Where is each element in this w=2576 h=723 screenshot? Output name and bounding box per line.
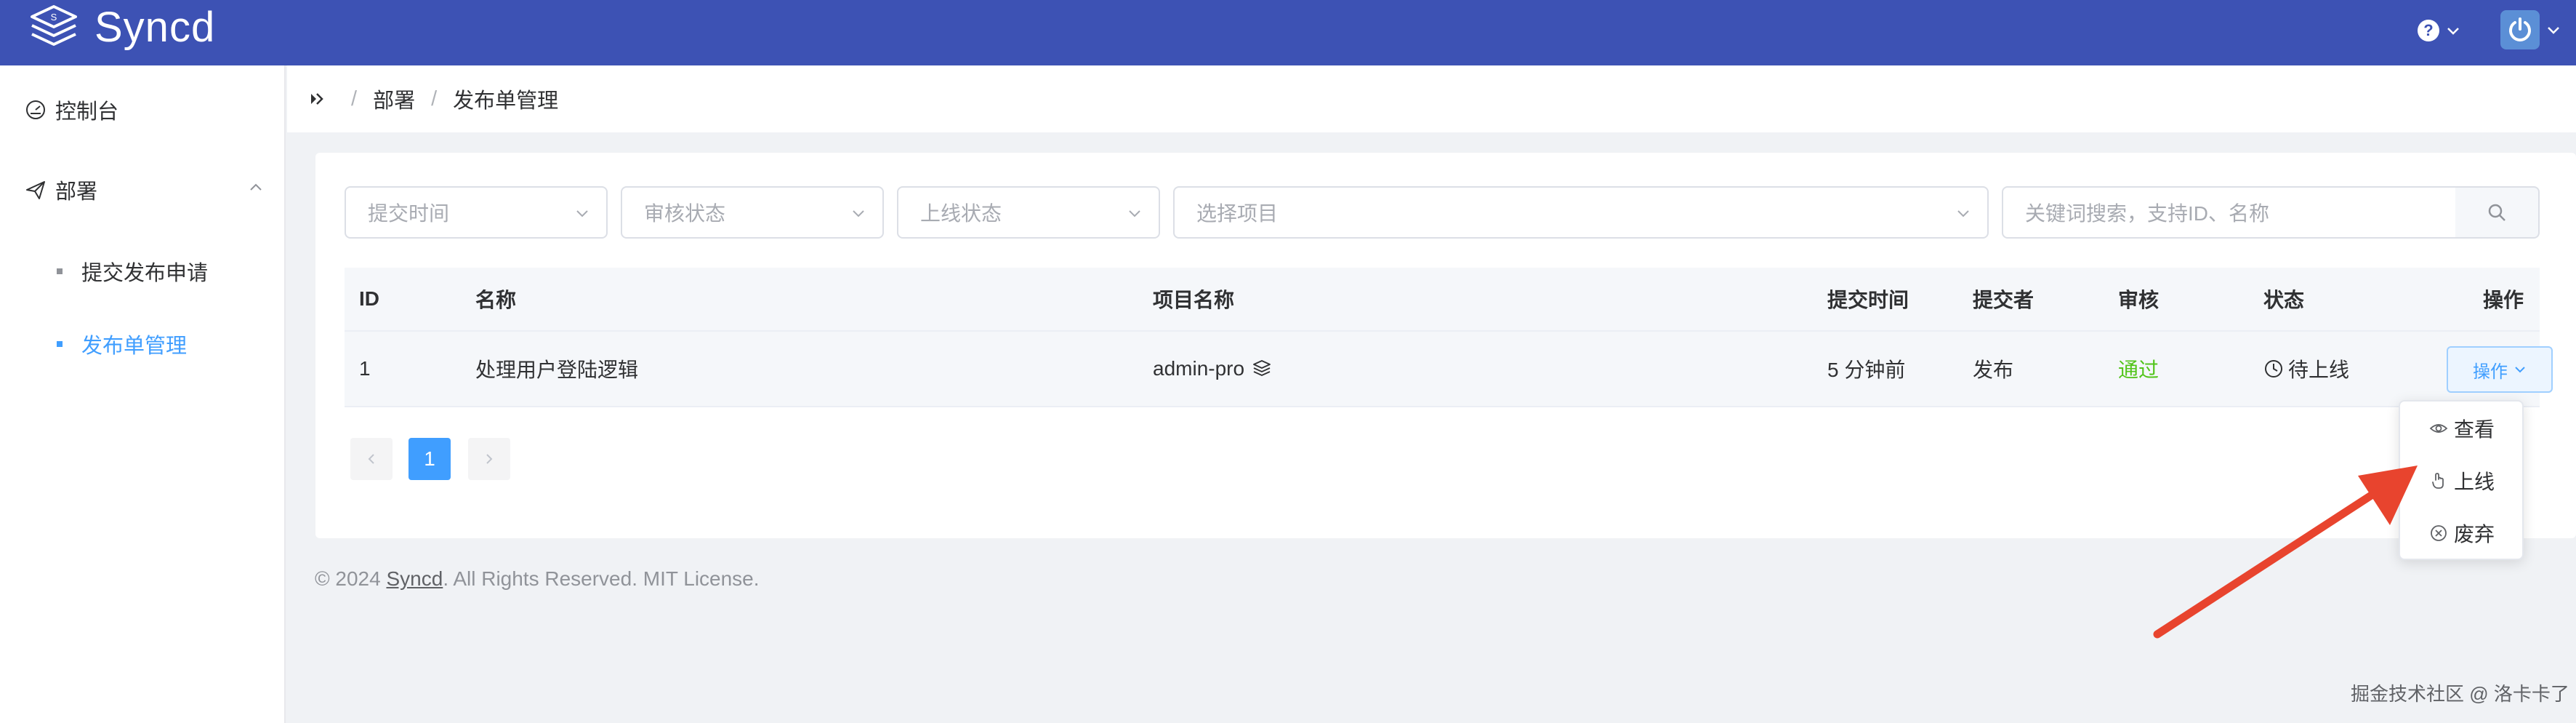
page-number-button[interactable]: 1 [408, 438, 451, 480]
project-select[interactable]: 选择项目 [1173, 186, 1989, 239]
column-header-id: ID [359, 287, 379, 310]
hand-pointer-icon [2432, 473, 2444, 489]
breadcrumb-separator: / [431, 87, 438, 111]
bullet-icon [57, 268, 63, 274]
watermark: 掘金技术社区 @ 洛卡卡了 [2351, 683, 2569, 705]
chevron-down-icon [1129, 210, 1140, 217]
menu-item-label: 废弃 [2454, 523, 2495, 546]
question-circle-icon: ? [2418, 20, 2439, 41]
dashboard-gauge-icon [26, 100, 45, 119]
chevron-right-icon [486, 454, 493, 464]
eye-icon [2429, 424, 2448, 433]
chevron-down-icon [2515, 367, 2525, 373]
syncd-link[interactable]: Syncd [386, 567, 443, 590]
project-name: admin-pro [1153, 357, 1245, 380]
footer-suffix: . All Rights Reserved. MIT License. [443, 567, 760, 590]
chevron-down-icon [2548, 27, 2559, 34]
actions-dropdown-button[interactable]: 操作 [2447, 346, 2553, 393]
chevron-left-icon [368, 454, 374, 464]
next-page-button[interactable] [468, 438, 510, 480]
column-header-review: 审核 [2118, 289, 2160, 311]
svg-text:S: S [51, 12, 57, 23]
cell-name: 处理用户登陆逻辑 [475, 359, 639, 381]
menu-item-discard[interactable]: 废弃 [2429, 516, 2495, 550]
search-placeholder: 关键词搜索，支持ID、名称 [2025, 202, 2270, 225]
footer-copyright: © 2024 Syncd. All Rights Reserved. MIT L… [315, 567, 760, 591]
brand-name: Syncd [94, 4, 216, 51]
cell-status: 待上线 [2263, 332, 2349, 406]
table-row[interactable]: 1 处理用户登陆逻辑 admin-pro 5 分钟前 发布 通过 待上线 操作 [345, 332, 2553, 407]
select-placeholder: 上线状态 [920, 202, 1002, 225]
column-header-project: 项目名称 [1153, 289, 1235, 311]
keyword-search-input[interactable]: 关键词搜索，支持ID、名称 [2002, 186, 2457, 239]
status-text: 待上线 [2288, 359, 2350, 381]
sidebar-item-dashboard[interactable]: 控制台 [25, 95, 118, 125]
power-icon [2509, 17, 2531, 41]
sidebar-item-deploy[interactable]: 部署 [25, 175, 265, 205]
cell-review-status: 通过 [2118, 359, 2160, 381]
close-circle-icon [2431, 525, 2447, 541]
search-icon [2488, 204, 2505, 221]
menu-item-label: 上线 [2454, 471, 2495, 493]
breadcrumb-item-current: 发布单管理 [453, 89, 559, 113]
menu-item-go-online[interactable]: 上线 [2429, 464, 2495, 498]
column-header-status: 状态 [2263, 289, 2305, 311]
sidebar-subitem-label: 提交发布申请 [81, 262, 209, 285]
sidebar-item-label: 部署 [55, 180, 98, 204]
sidebar-item-label: 控制台 [55, 100, 119, 124]
prev-page-button[interactable] [350, 438, 393, 480]
select-placeholder: 审核状态 [644, 202, 726, 225]
column-header-submitter: 提交者 [1973, 289, 2034, 311]
select-placeholder: 选择项目 [1196, 202, 1279, 225]
chevron-up-icon [250, 183, 262, 191]
chevron-down-icon [2447, 28, 2459, 35]
menu-item-label: 查看 [2454, 418, 2495, 441]
top-header: S Syncd ? [0, 0, 2576, 65]
review-status-select[interactable]: 审核状态 [621, 186, 884, 239]
sidebar-subitem-release-management[interactable]: 发布单管理 [57, 329, 187, 359]
sidebar-subitem-submit-request[interactable]: 提交发布申请 [57, 256, 208, 287]
search-button[interactable] [2455, 186, 2540, 239]
chevron-down-icon [853, 210, 864, 217]
cell-project: admin-pro [1153, 332, 1272, 406]
select-placeholder: 提交时间 [368, 202, 450, 225]
expand-sidebar-icon[interactable] [309, 91, 325, 107]
sidebar: 控制台 部署 提交发布申请 发布单管理 [0, 65, 286, 723]
breadcrumb: / 部署 / 发布单管理 [287, 65, 2576, 132]
avatar [2500, 10, 2540, 49]
actions-dropdown-menu: 查看 上线 废弃 [2399, 400, 2524, 560]
clock-icon [2265, 360, 2282, 378]
cell-submit-time: 5 分钟前 [1827, 359, 1906, 381]
help-menu[interactable]: ? [2418, 17, 2461, 44]
bullet-icon [57, 341, 63, 347]
chevron-down-icon [1957, 210, 1969, 217]
user-menu[interactable] [2500, 10, 2561, 49]
cell-id: 1 [359, 357, 371, 380]
footer-prefix: © 2024 [315, 567, 387, 590]
column-header-submit-time: 提交时间 [1827, 289, 1909, 311]
menu-item-view[interactable]: 查看 [2429, 412, 2495, 445]
submit-time-select[interactable]: 提交时间 [345, 186, 608, 239]
table-header: ID 名称 项目名称 提交时间 提交者 审核 状态 操作 [345, 268, 2540, 332]
column-header-action: 操作 [2483, 289, 2524, 311]
online-status-select[interactable]: 上线状态 [897, 186, 1160, 239]
breadcrumb-separator: / [351, 87, 358, 111]
layers-icon[interactable] [1252, 359, 1272, 379]
cell-submitter: 发布 [1973, 359, 2014, 381]
sidebar-subitem-label: 发布单管理 [81, 335, 188, 358]
send-plane-icon [26, 181, 45, 199]
column-header-name: 名称 [475, 289, 517, 311]
release-list-card: 提交时间 审核状态 上线状态 选择项目 关键词搜索，支持ID、名称 ID 名称 … [315, 153, 2576, 538]
chevron-down-icon [576, 210, 588, 217]
actions-label: 操作 [2473, 362, 2508, 382]
app-logo[interactable]: S Syncd [28, 0, 215, 55]
breadcrumb-item-deploy[interactable]: 部署 [373, 84, 415, 114]
layers-logo-icon: S [31, 5, 77, 46]
